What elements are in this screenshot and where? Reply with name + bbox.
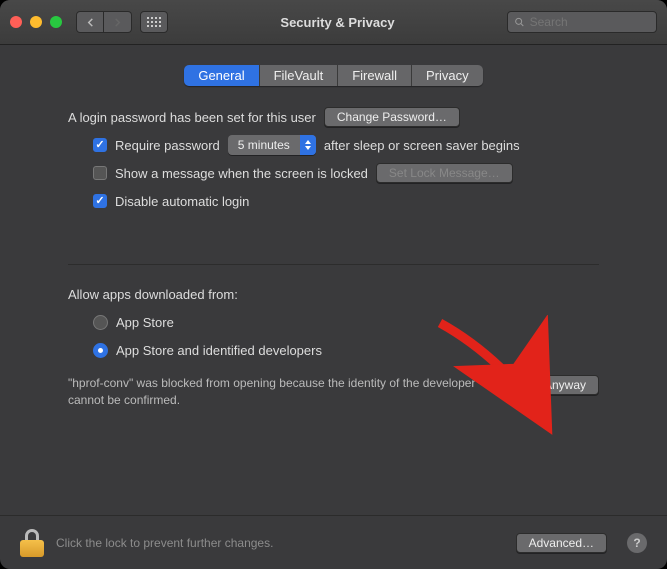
password-set-label: A login password has been set for this u… <box>68 110 316 125</box>
search-field[interactable] <box>507 11 657 33</box>
forward-button[interactable] <box>104 11 132 33</box>
updown-stepper-icon <box>300 135 316 155</box>
radio-appstore-label: App Store <box>116 315 174 330</box>
footer-bar: Click the lock to prevent further change… <box>0 515 667 569</box>
tab-filevault[interactable]: FileVault <box>260 65 339 86</box>
tab-firewall[interactable]: Firewall <box>338 65 412 86</box>
help-button[interactable]: ? <box>627 533 647 553</box>
back-button[interactable] <box>76 11 104 33</box>
require-password-label: Require password <box>115 138 220 153</box>
security-privacy-window: Security & Privacy General FileVault Fir… <box>0 0 667 569</box>
advanced-button[interactable]: Advanced… <box>516 533 607 553</box>
after-sleep-label: after sleep or screen saver begins <box>324 138 520 153</box>
disable-auto-login-label: Disable automatic login <box>115 194 249 209</box>
search-icon <box>514 16 525 28</box>
gatekeeper-heading: Allow apps downloaded from: <box>68 287 238 302</box>
close-window-button[interactable] <box>10 16 22 28</box>
chevron-right-icon <box>113 18 122 27</box>
disable-auto-login-checkbox[interactable] <box>93 194 107 208</box>
lock-button[interactable] <box>20 529 44 557</box>
show-message-label: Show a message when the screen is locked <box>115 166 368 181</box>
general-section: A login password has been set for this u… <box>18 106 649 409</box>
tab-privacy[interactable]: Privacy <box>412 65 483 86</box>
section-divider <box>68 264 599 265</box>
window-title: Security & Privacy <box>168 15 507 30</box>
show-all-button[interactable] <box>140 11 168 33</box>
require-password-delay-popup[interactable]: 5 minutes <box>228 135 316 155</box>
radio-identified-label: App Store and identified developers <box>116 343 322 358</box>
nav-button-group <box>76 11 132 33</box>
change-password-button[interactable]: Change Password… <box>324 107 460 127</box>
blocked-app-message: "hprof-conv" was blocked from opening be… <box>68 375 479 409</box>
tab-general[interactable]: General <box>184 65 259 86</box>
lock-hint-text: Click the lock to prevent further change… <box>56 536 504 550</box>
radio-appstore[interactable] <box>93 315 108 330</box>
window-titlebar: Security & Privacy <box>0 0 667 45</box>
delay-option-label: 5 minutes <box>228 138 300 152</box>
show-message-checkbox[interactable] <box>93 166 107 180</box>
tab-bar: General FileVault Firewall Privacy <box>18 65 649 86</box>
zoom-window-button[interactable] <box>50 16 62 28</box>
content-area: General FileVault Firewall Privacy A log… <box>0 45 667 497</box>
search-input[interactable] <box>530 15 650 29</box>
radio-identified-developers[interactable] <box>93 343 108 358</box>
require-password-checkbox[interactable] <box>93 138 107 152</box>
window-traffic-lights <box>10 16 62 28</box>
lock-body-icon <box>20 540 44 557</box>
minimize-window-button[interactable] <box>30 16 42 28</box>
set-lock-message-button[interactable]: Set Lock Message… <box>376 163 513 183</box>
grid-icon <box>147 17 161 27</box>
open-anyway-button[interactable]: Open Anyway <box>499 375 599 395</box>
chevron-left-icon <box>86 18 95 27</box>
